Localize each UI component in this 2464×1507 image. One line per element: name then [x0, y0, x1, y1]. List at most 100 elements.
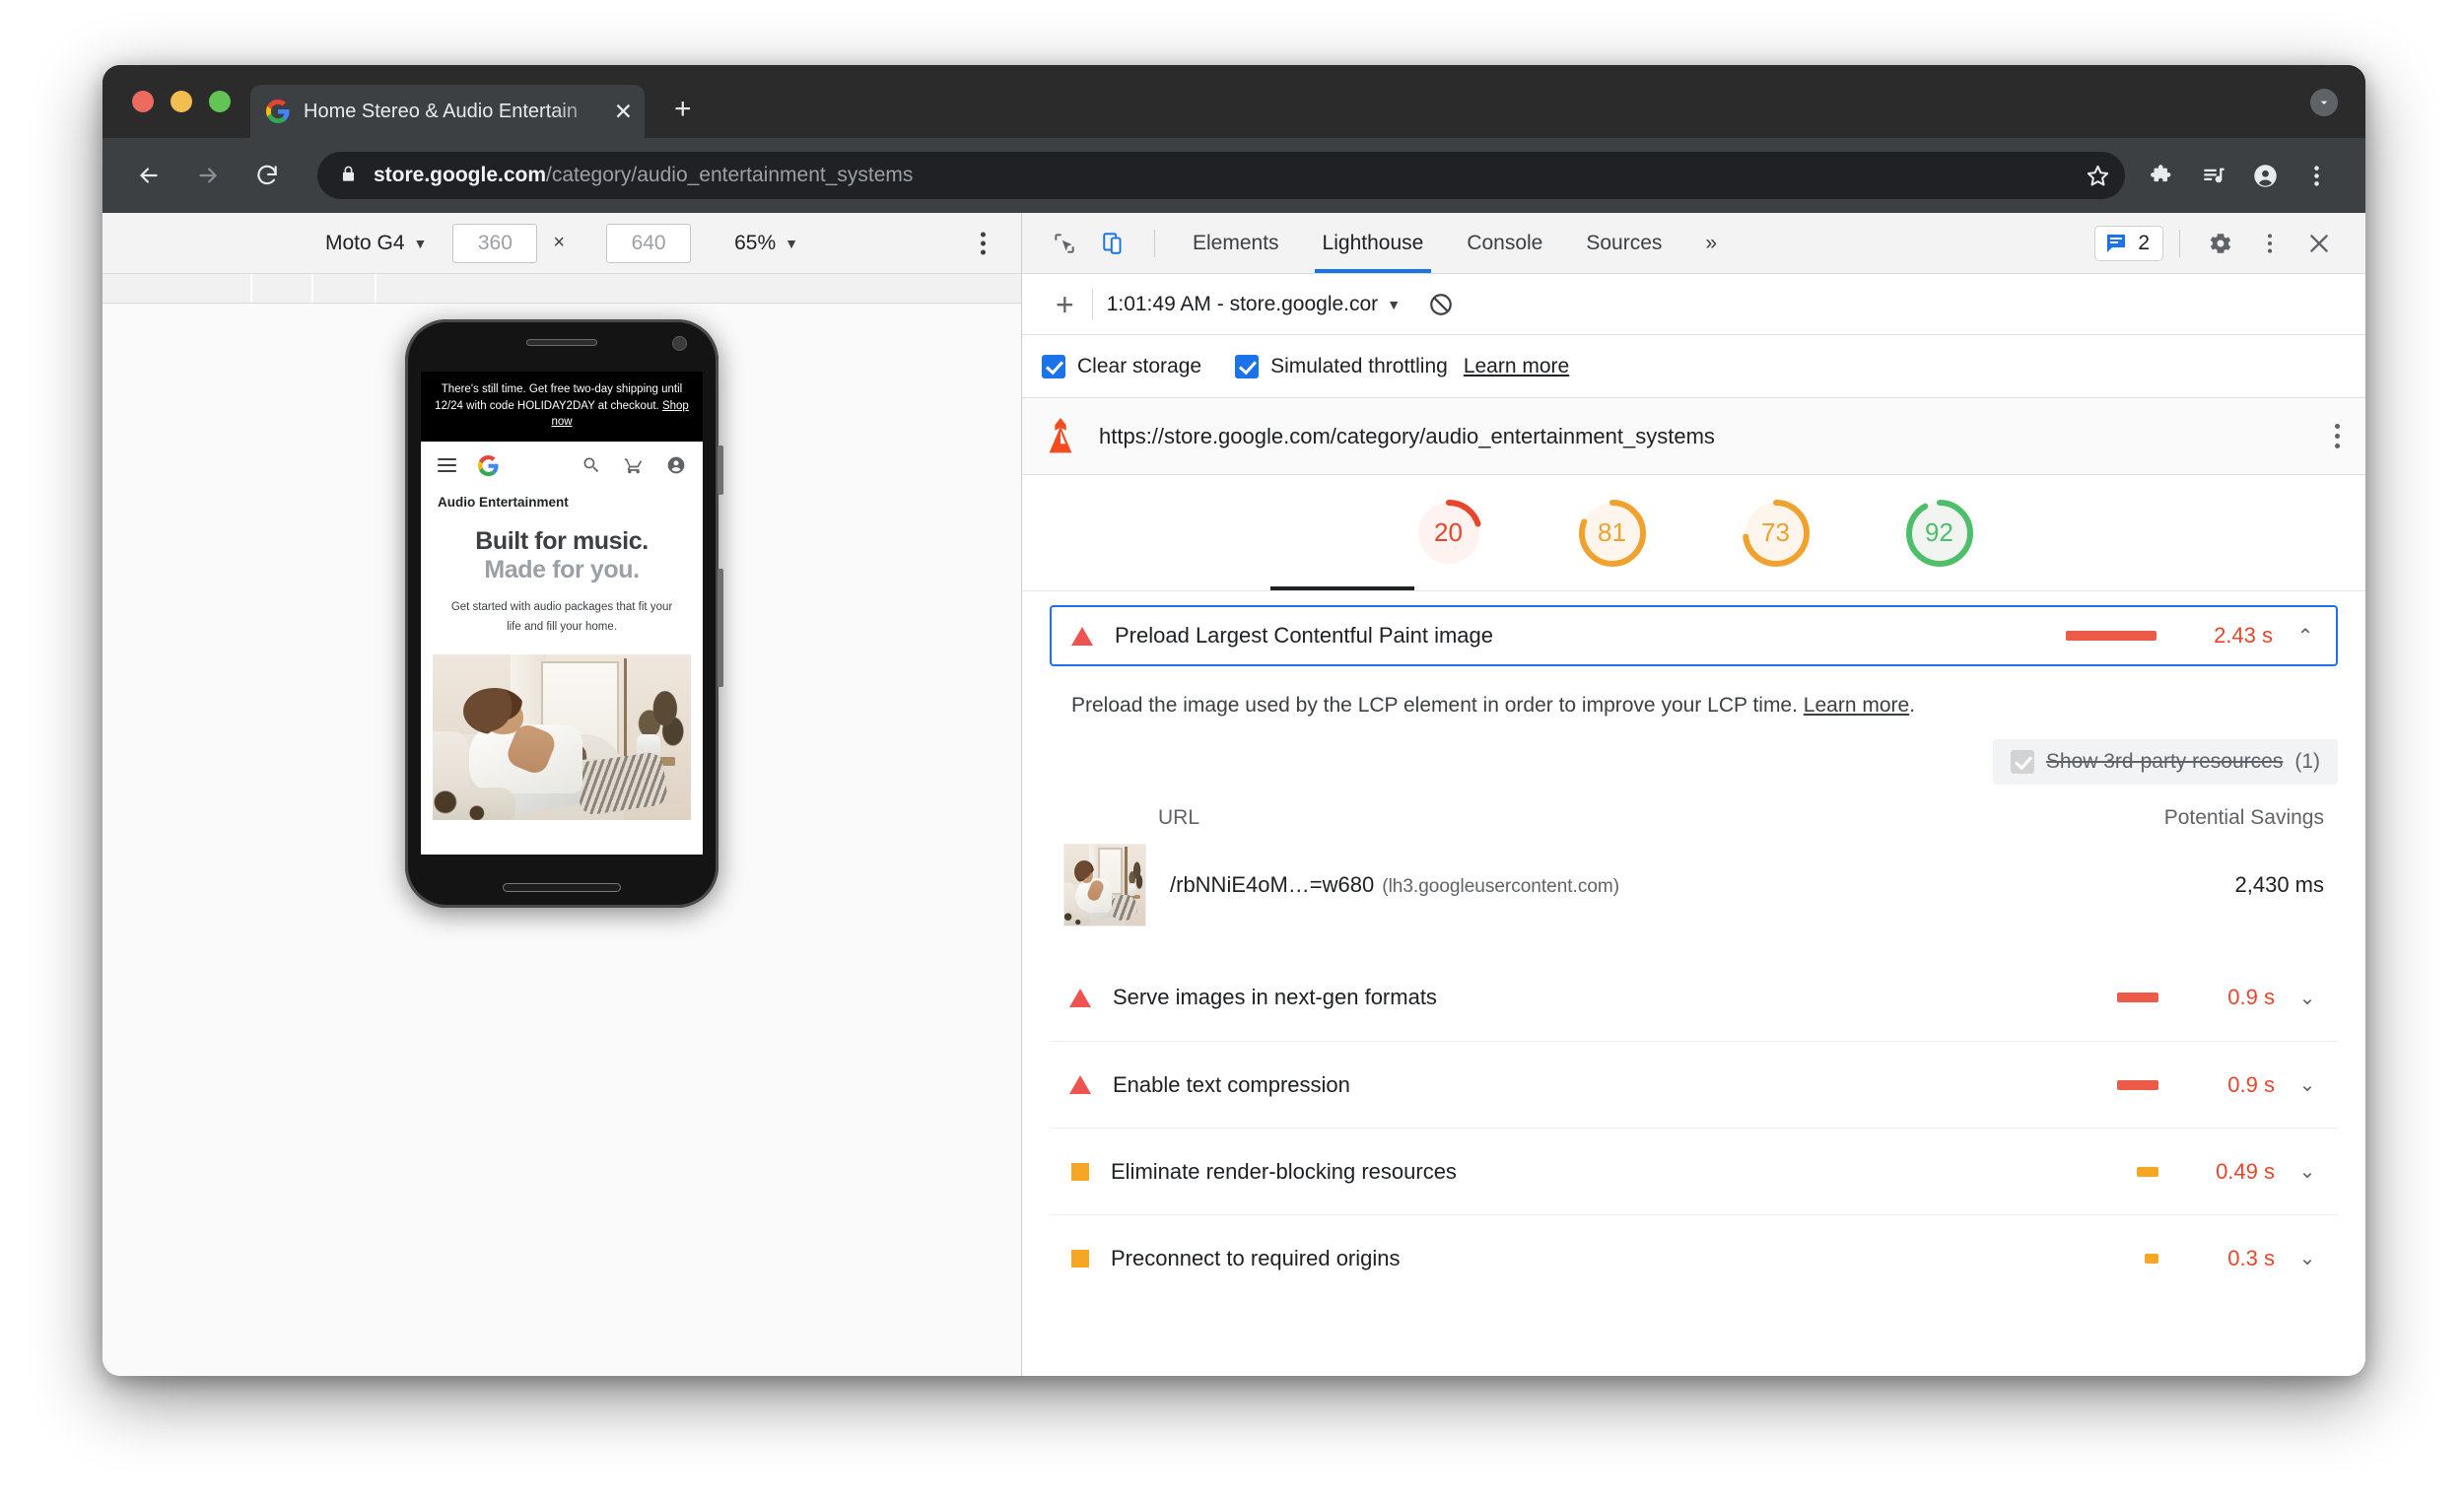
hero-headline-dark: Built for music.: [475, 527, 649, 556]
score-gauge-seo[interactable]: 92: [1900, 494, 1979, 573]
audit-metric: 0.9 s: [2227, 985, 2275, 1009]
third-party-checkbox: [2010, 750, 2034, 774]
score-value: 20: [1434, 517, 1463, 547]
device-toolbar-icon[interactable]: [1089, 222, 1138, 265]
settings-gear-icon[interactable]: [2196, 222, 2245, 265]
viewport-width-input[interactable]: 360: [452, 223, 538, 263]
simulated-throttling-checkbox[interactable]: [1235, 354, 1260, 378]
audit-row[interactable]: Enable text compression 0.9 s ⌄: [1050, 1041, 2338, 1128]
expand-chevron-icon[interactable]: ⌄: [2296, 1072, 2318, 1097]
audited-url-row: https://store.google.com/category/audio_…: [1022, 398, 2365, 475]
tab-lighthouse[interactable]: Lighthouse: [1301, 213, 1446, 273]
score-gauge-performance[interactable]: 20: [1409, 494, 1488, 573]
audit-row[interactable]: Serve images in next-gen formats 0.9 s ⌄: [1050, 954, 2338, 1041]
living-room-photo: [433, 654, 691, 821]
hero-section: Built for music. Made for you. Get start…: [421, 510, 703, 637]
device-viewport[interactable]: There's still time. Get free two-day shi…: [103, 304, 1021, 1376]
third-party-toggle[interactable]: Show 3rd-party resources (1): [1992, 739, 2338, 785]
more-tabs-button[interactable]: »: [1683, 213, 1739, 273]
severity-triangle-icon: [1071, 626, 1093, 646]
viewport-ruler: [103, 274, 1021, 304]
search-icon[interactable]: [582, 455, 601, 475]
audit-row[interactable]: Preconnect to required origins 0.3 s ⌄: [1050, 1214, 2338, 1301]
audit-description-text: Preload the image used by the LCP elemen…: [1071, 694, 1798, 717]
expand-chevron-icon[interactable]: ⌄: [2296, 1159, 2318, 1184]
clear-storage-checkbox[interactable]: [1042, 354, 1065, 378]
media-playlist-icon[interactable]: [2188, 152, 2239, 199]
phone-screen[interactable]: There's still time. Get free two-day shi…: [421, 372, 703, 855]
learn-more-link[interactable]: Learn more: [1464, 355, 1569, 378]
devtools-menu-icon[interactable]: [2245, 222, 2294, 265]
report-menu-icon[interactable]: [2335, 424, 2340, 448]
tab-elements[interactable]: Elements: [1171, 213, 1301, 273]
lighthouse-toolbar: + 1:01:49 AM - store.google.cor ▼: [1022, 274, 2365, 335]
promo-line-1: There's still time. Get free two-day shi…: [441, 383, 683, 395]
audit-metric: 2.43 s: [2214, 623, 2273, 648]
new-tab-button[interactable]: +: [674, 95, 692, 124]
phone-front-camera: [672, 336, 687, 351]
expand-chevron-icon[interactable]: ⌄: [2296, 1246, 2318, 1270]
tab-title: Home Stereo & Audio Entertain: [304, 100, 578, 122]
viewport-height-input[interactable]: 640: [606, 223, 692, 263]
google-g-icon[interactable]: [478, 454, 499, 476]
score-value: 73: [1761, 517, 1790, 547]
score-gauge-accessibility[interactable]: 81: [1573, 494, 1652, 573]
chevron-down-icon: ▼: [1387, 296, 1402, 312]
tab-sources[interactable]: Sources: [1564, 213, 1683, 273]
score-gauge-best-practices[interactable]: 73: [1737, 494, 1815, 573]
tab-console[interactable]: Console: [1445, 213, 1564, 273]
account-icon[interactable]: [666, 455, 686, 475]
browser-tab[interactable]: Home Stereo & Audio Entertain ✕: [250, 85, 645, 138]
expand-chevron-icon[interactable]: ⌄: [2296, 986, 2318, 1010]
audit-impact-bar: [2117, 993, 2158, 1002]
zoom-select[interactable]: 65% ▼: [734, 232, 798, 255]
device-toolbar-menu-icon[interactable]: [981, 232, 986, 254]
inspect-element-icon[interactable]: [1040, 222, 1089, 265]
report-select[interactable]: 1:01:49 AM - store.google.cor ▼: [1107, 293, 1401, 316]
phone-home-bar: [503, 883, 621, 892]
severity-square-icon: [1071, 1162, 1089, 1181]
clear-storage-label: Clear storage: [1077, 354, 1202, 377]
score-value: 81: [1598, 517, 1626, 547]
lock-icon: [339, 165, 358, 186]
audit-learn-more-link[interactable]: Learn more: [1804, 694, 1909, 717]
collapse-chevron-icon[interactable]: ⌃: [2294, 624, 2316, 649]
lighthouse-icon: [1044, 417, 1077, 455]
star-icon[interactable]: [2070, 152, 2125, 199]
issues-button[interactable]: 2: [2094, 225, 2163, 261]
browser-content: Moto G4 ▼ 360 × 640 65% ▼ There's still …: [103, 213, 2365, 1376]
maximize-window-button[interactable]: [209, 91, 231, 112]
phone-speaker-grille: [526, 339, 597, 346]
close-window-button[interactable]: [132, 91, 154, 112]
address-bar[interactable]: store.google.com/category/audio_entertai…: [317, 152, 2115, 199]
expanded-audit-header[interactable]: Preload Largest Contentful Paint image 2…: [1050, 605, 2338, 666]
table-row: /rbNNiE4oM…=w680 (lh3.googleusercontent.c…: [1050, 830, 2338, 926]
device-toolbar: Moto G4 ▼ 360 × 640 65% ▼: [103, 213, 1021, 274]
close-tab-button[interactable]: ✕: [614, 100, 633, 123]
close-icon[interactable]: [2294, 222, 2344, 265]
minimize-window-button[interactable]: [171, 91, 192, 112]
shopping-cart-icon[interactable]: [624, 455, 644, 475]
url-domain: store.google.com: [374, 164, 547, 186]
extensions-puzzle-icon[interactable]: [2137, 152, 2188, 199]
window-controls[interactable]: [132, 91, 231, 112]
resource-url[interactable]: /rbNNiE4oM…=w680 (lh3.googleusercontent.c…: [1170, 872, 1619, 898]
hamburger-menu-icon[interactable]: [438, 454, 456, 476]
clear-reports-icon[interactable]: [1428, 292, 1454, 317]
audit-impact-bar: [2137, 1166, 2158, 1177]
profile-avatar-icon[interactable]: [2239, 152, 2291, 199]
lighthouse-options: Clear storage Simulated throttling Learn…: [1022, 335, 2365, 398]
back-arrow-icon[interactable]: [126, 153, 171, 198]
url-path: /category/audio_entertainment_systems: [546, 164, 914, 186]
audit-impact-bar: [2066, 631, 2156, 641]
audit-row[interactable]: Eliminate render-blocking resources 0.49…: [1050, 1128, 2338, 1214]
audit-metric: 0.49 s: [2216, 1158, 2275, 1184]
audit-title: Enable text compression: [1113, 1071, 1350, 1097]
device-select[interactable]: Moto G4 ▼: [325, 232, 427, 255]
reload-icon[interactable]: [244, 153, 290, 198]
browser-menu-icon[interactable]: [2291, 152, 2342, 199]
tab-search-icon[interactable]: [2310, 89, 2338, 116]
new-report-button[interactable]: +: [1042, 289, 1088, 320]
severity-triangle-icon: [1069, 988, 1091, 1007]
forward-arrow-icon: [185, 153, 231, 198]
